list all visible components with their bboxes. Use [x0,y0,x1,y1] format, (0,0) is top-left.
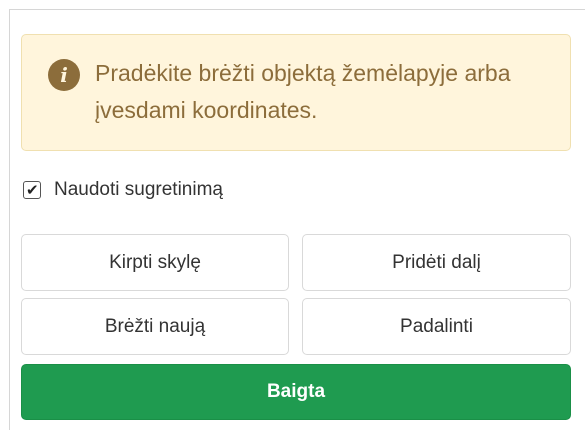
snapping-label[interactable]: Naudoti sugretinimą [54,179,223,201]
split-button[interactable]: Padalinti [302,298,571,355]
checkmark-icon: ✔ [26,181,39,199]
info-message: Pradėkite brėžti objektą žemėlapyje arba… [95,60,511,123]
cut-hole-button[interactable]: Kirpti skylę [21,234,289,291]
info-icon: i [48,59,80,91]
snapping-checkbox[interactable]: ✔ [23,181,41,199]
snapping-option[interactable]: ✔ Naudoti sugretinimą [23,178,223,202]
add-part-button[interactable]: Pridėti dalį [302,234,571,291]
drawing-panel: i Pradėkite brėžti objektą žemėlapyje ar… [9,9,585,430]
draw-new-button[interactable]: Brėžti naują [21,298,289,355]
done-button[interactable]: Baigta [21,364,571,420]
info-alert: i Pradėkite brėžti objektą žemėlapyje ar… [21,34,571,151]
